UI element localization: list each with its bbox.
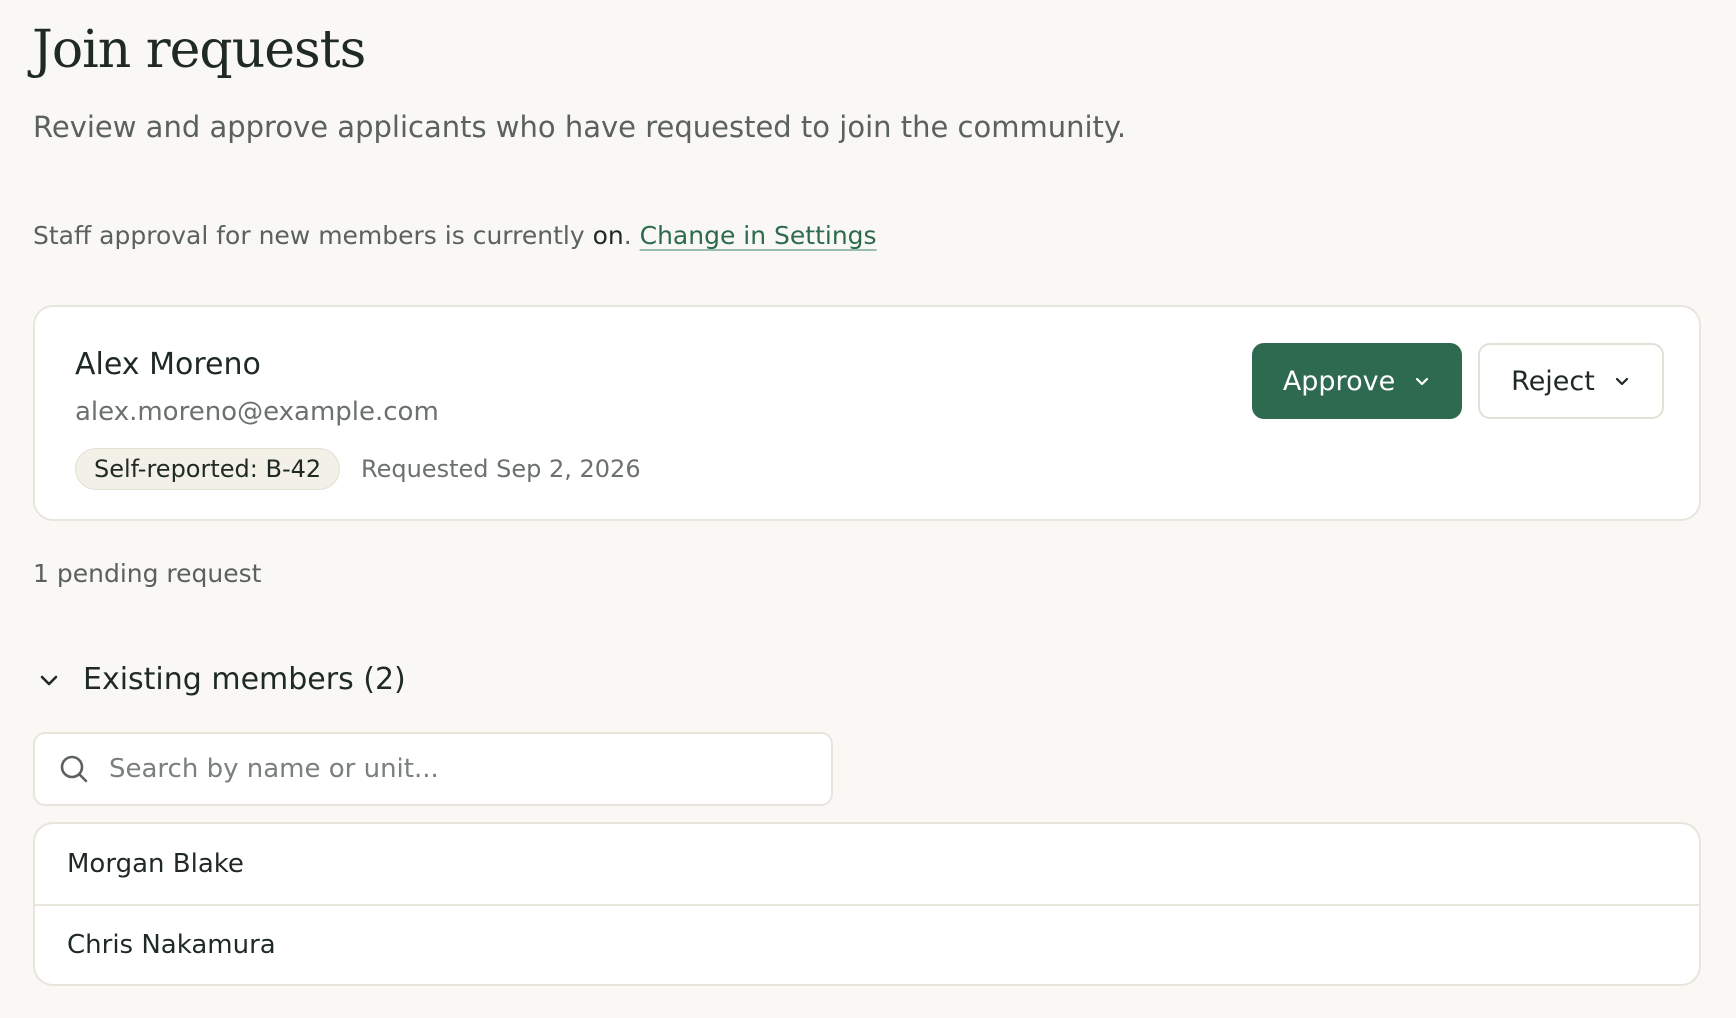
reject-button[interactable]: Reject [1478,343,1664,419]
page-subtitle: Review and approve applicants who have r… [33,110,1127,144]
approval-notice-separator: . [623,221,640,250]
applicant-email: alex.moreno@example.com [75,397,439,427]
approval-status-notice: Staff approval for new members is curren… [33,221,877,250]
member-name: Morgan Blake [67,849,244,879]
chevron-down-icon [1613,372,1631,390]
member-search-input[interactable] [107,753,791,785]
member-row[interactable]: Chris Nakamura [35,904,1699,984]
join-request-card: Alex Moreno alex.moreno@example.com Self… [33,305,1701,521]
approve-button-label: Approve [1282,365,1396,397]
chevron-down-icon [1413,372,1431,390]
chevron-down-icon [35,666,63,694]
unit-badge: Self-reported: B-42 [75,448,341,490]
applicant-name: Alex Moreno [75,347,261,382]
member-name: Chris Nakamura [67,930,276,960]
pending-request-count: 1 pending request [33,559,262,588]
approval-notice-prefix: Staff approval for new members is curren… [33,221,593,250]
existing-members-title: Existing members (2) [83,662,406,697]
requested-date: Requested Sep 2, 2026 [361,455,641,483]
approval-status-value: on [592,221,624,250]
approve-button[interactable]: Approve [1252,343,1462,419]
existing-members-list: Morgan Blake Chris Nakamura [33,822,1701,986]
member-search-box [33,732,833,806]
existing-members-toggle[interactable]: Existing members (2) [33,662,406,697]
unit-badge-label: Self-reported: B-42 [94,455,322,483]
page-title: Join requests [32,20,366,80]
search-icon [57,752,91,786]
member-row[interactable]: Morgan Blake [35,824,1699,904]
reject-button-label: Reject [1511,365,1595,397]
change-in-settings-link[interactable]: Change in Settings [640,221,877,250]
